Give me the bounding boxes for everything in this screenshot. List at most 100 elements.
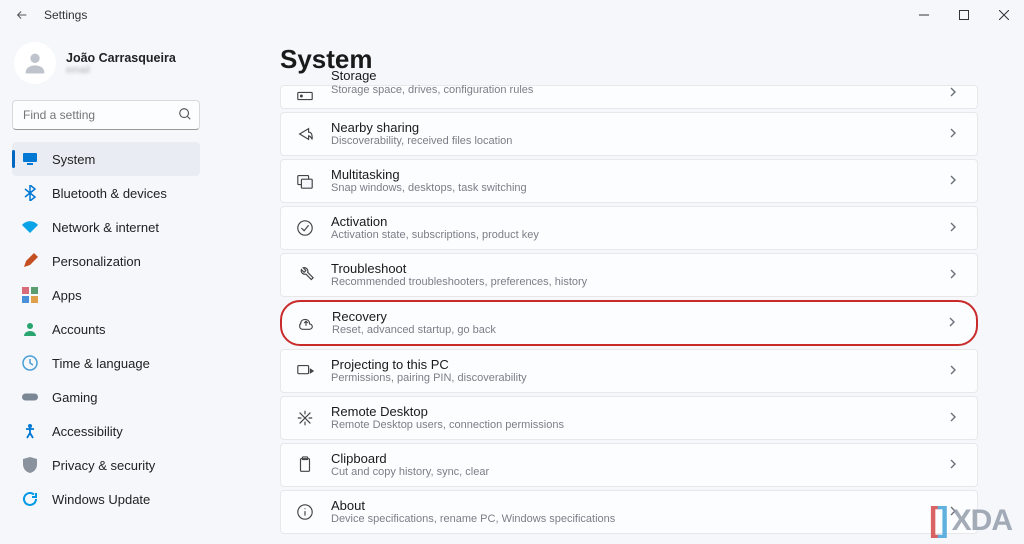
row-texts: Recovery Reset, advanced startup, go bac… [332, 309, 946, 338]
accessibility-icon [22, 423, 38, 439]
row-subtitle: Activation state, subscriptions, product… [331, 229, 947, 242]
chevron-right-icon [947, 411, 959, 426]
settings-row-about[interactable]: About Device specifications, rename PC, … [280, 490, 978, 534]
row-title: Activation [331, 214, 947, 230]
row-subtitle: Storage space, drives, configuration rul… [331, 84, 947, 97]
sidebar-item-personalization[interactable]: Personalization [12, 244, 200, 278]
search-container [12, 100, 200, 130]
row-subtitle: Snap windows, desktops, task switching [331, 182, 947, 195]
row-texts: Troubleshoot Recommended troubleshooters… [331, 261, 947, 290]
sidebar-item-network-internet[interactable]: Network & internet [12, 210, 200, 244]
sidebar-item-gaming[interactable]: Gaming [12, 380, 200, 414]
person-icon [22, 321, 38, 337]
row-title: Nearby sharing [331, 120, 947, 136]
main-panel: System Storage Storage space, drives, co… [210, 30, 1024, 544]
minimize-button[interactable] [904, 1, 944, 29]
settings-row-remote-desktop[interactable]: Remote Desktop Remote Desktop users, con… [280, 396, 978, 440]
clock-icon [22, 355, 38, 371]
sidebar-item-label: Privacy & security [52, 458, 155, 473]
row-texts: Remote Desktop Remote Desktop users, con… [331, 404, 947, 433]
update-icon [22, 491, 38, 507]
sidebar-item-privacy-security[interactable]: Privacy & security [12, 448, 200, 482]
check-icon [295, 218, 315, 238]
row-texts: Projecting to this PC Permissions, pairi… [331, 357, 947, 386]
chevron-right-icon [947, 86, 959, 101]
nav-list: System Bluetooth & devices Network & int… [12, 142, 200, 516]
row-subtitle: Permissions, pairing PIN, discoverabilit… [331, 372, 947, 385]
row-title: Clipboard [331, 451, 947, 467]
row-subtitle: Recommended troubleshooters, preferences… [331, 276, 947, 289]
brush-icon [22, 253, 38, 269]
wrench-icon [295, 265, 315, 285]
profile-email: email [66, 65, 176, 76]
apps-icon [22, 287, 38, 303]
watermark-logo: []XDA [929, 501, 1012, 540]
profile-name: João Carrasqueira [66, 51, 176, 65]
multitask-icon [295, 171, 315, 191]
gamepad-icon [22, 389, 38, 405]
sidebar-item-label: Bluetooth & devices [52, 186, 167, 201]
chevron-right-icon [947, 174, 959, 189]
row-title: Recovery [332, 309, 946, 325]
sidebar-item-label: Network & internet [52, 220, 159, 235]
wifi-icon [22, 219, 38, 235]
display-icon [22, 151, 38, 167]
chevron-right-icon [947, 127, 959, 142]
sidebar-item-bluetooth-devices[interactable]: Bluetooth & devices [12, 176, 200, 210]
row-subtitle: Discoverability, received files location [331, 135, 947, 148]
row-texts: Storage Storage space, drives, configura… [331, 68, 947, 97]
sidebar-item-label: System [52, 152, 95, 167]
settings-row-troubleshoot[interactable]: Troubleshoot Recommended troubleshooters… [280, 253, 978, 297]
sidebar-item-label: Accounts [52, 322, 105, 337]
search-input[interactable] [12, 100, 200, 130]
row-subtitle: Reset, advanced startup, go back [332, 324, 946, 337]
settings-row-recovery[interactable]: Recovery Reset, advanced startup, go bac… [280, 300, 978, 346]
settings-list: Storage Storage space, drives, configura… [280, 85, 978, 534]
settings-row-projecting-to-this-pc[interactable]: Projecting to this PC Permissions, pairi… [280, 349, 978, 393]
sidebar-item-accounts[interactable]: Accounts [12, 312, 200, 346]
row-texts: Multitasking Snap windows, desktops, tas… [331, 167, 947, 196]
bluetooth-icon [22, 185, 38, 201]
chevron-right-icon [947, 458, 959, 473]
shield-icon [22, 457, 38, 473]
chevron-right-icon [947, 268, 959, 283]
titlebar: Settings [0, 0, 1024, 30]
sidebar-item-label: Personalization [52, 254, 141, 269]
sidebar-item-apps[interactable]: Apps [12, 278, 200, 312]
row-subtitle: Cut and copy history, sync, clear [331, 466, 947, 479]
search-icon [178, 107, 192, 124]
row-texts: Activation Activation state, subscriptio… [331, 214, 947, 243]
row-title: Troubleshoot [331, 261, 947, 277]
info-icon [295, 502, 315, 522]
row-title: Projecting to this PC [331, 357, 947, 373]
window-controls [904, 1, 1024, 29]
settings-row-nearby-sharing[interactable]: Nearby sharing Discoverability, received… [280, 112, 978, 156]
settings-row-activation[interactable]: Activation Activation state, subscriptio… [280, 206, 978, 250]
sidebar-item-windows-update[interactable]: Windows Update [12, 482, 200, 516]
close-button[interactable] [984, 1, 1024, 29]
project-icon [295, 361, 315, 381]
sidebar-item-label: Apps [52, 288, 82, 303]
sidebar-item-system[interactable]: System [12, 142, 200, 176]
settings-row-storage[interactable]: Storage Storage space, drives, configura… [280, 85, 978, 109]
app-title: Settings [44, 8, 87, 22]
share-icon [295, 124, 315, 144]
sidebar: João Carrasqueira email System Bluetooth… [0, 30, 210, 544]
remote-icon [295, 408, 315, 428]
settings-row-clipboard[interactable]: Clipboard Cut and copy history, sync, cl… [280, 443, 978, 487]
row-subtitle: Device specifications, rename PC, Window… [331, 513, 947, 526]
sidebar-item-label: Accessibility [52, 424, 123, 439]
recovery-icon [296, 313, 316, 333]
sidebar-item-label: Time & language [52, 356, 150, 371]
back-button[interactable] [14, 7, 30, 23]
sidebar-item-label: Windows Update [52, 492, 150, 507]
sidebar-item-time-language[interactable]: Time & language [12, 346, 200, 380]
storage-icon [295, 86, 315, 106]
row-subtitle: Remote Desktop users, connection permiss… [331, 419, 947, 432]
settings-row-multitasking[interactable]: Multitasking Snap windows, desktops, tas… [280, 159, 978, 203]
clipboard-icon [295, 455, 315, 475]
profile-block[interactable]: João Carrasqueira email [12, 36, 200, 98]
sidebar-item-accessibility[interactable]: Accessibility [12, 414, 200, 448]
chevron-right-icon [947, 221, 959, 236]
maximize-button[interactable] [944, 1, 984, 29]
